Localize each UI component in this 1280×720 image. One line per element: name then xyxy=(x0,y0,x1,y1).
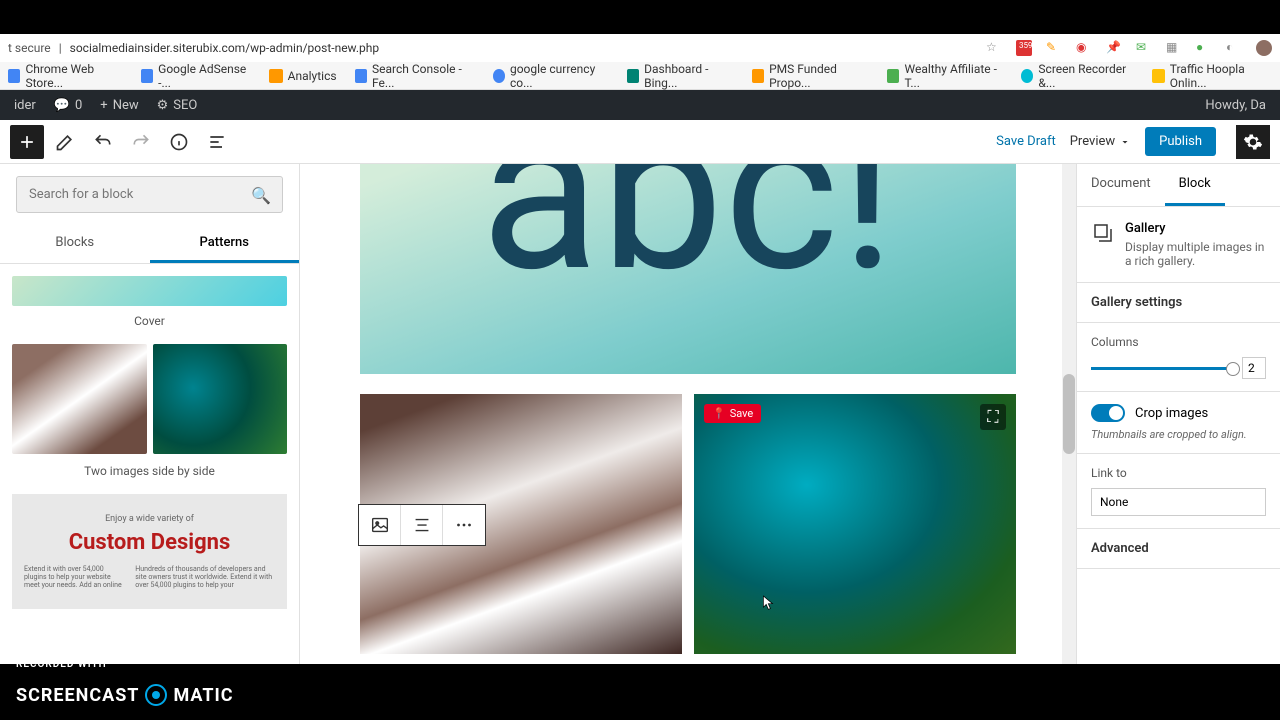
bookmark[interactable]: Screen Recorder &... xyxy=(1021,62,1134,90)
comments-count[interactable]: 💬 0 xyxy=(54,98,83,113)
tab-block[interactable]: Block xyxy=(1165,164,1225,206)
block-toolbar xyxy=(358,504,486,546)
bookmark-star-icon[interactable]: ☆ xyxy=(986,40,1002,56)
browser-url-bar: t secure | socialmediainsider.siterubix.… xyxy=(0,34,1280,62)
bookmark[interactable]: google currency co... xyxy=(493,62,609,90)
outline-button[interactable] xyxy=(200,125,234,159)
recorded-with-text: RECORDED WITH xyxy=(16,659,107,670)
block-title: Gallery xyxy=(1125,221,1266,236)
tab-blocks[interactable]: Blocks xyxy=(0,225,150,263)
cover-block[interactable]: abc! xyxy=(360,164,1016,374)
add-block-button[interactable] xyxy=(10,125,44,159)
extension-icon[interactable]: ✎ xyxy=(1046,40,1062,56)
howdy[interactable]: Howdy, Da xyxy=(1205,98,1266,113)
search-input[interactable] xyxy=(16,176,283,213)
gallery-image[interactable]: 📍Save ⛶ xyxy=(694,394,1016,654)
cover-text: abc! xyxy=(480,164,895,280)
tab-document[interactable]: Document xyxy=(1077,164,1165,206)
extension-icon[interactable]: ◐ xyxy=(1226,40,1242,56)
redo-button[interactable] xyxy=(124,125,158,159)
crop-label: Crop images xyxy=(1135,406,1208,421)
pattern-custom-designs[interactable]: Enjoy a wide variety of Custom Designs E… xyxy=(12,494,287,609)
columns-value[interactable]: 2 xyxy=(1242,357,1266,379)
crop-toggle[interactable] xyxy=(1091,404,1125,422)
url-text: socialmediainsider.siterubix.com/wp-admi… xyxy=(70,41,379,55)
editor-toolbar: Save Draft Preview Publish xyxy=(0,120,1280,164)
fullscreen-icon[interactable]: ⛶ xyxy=(980,404,1006,430)
pattern-two-images[interactable] xyxy=(12,344,287,454)
pattern-label: Two images side by side xyxy=(12,464,287,478)
block-type-button[interactable] xyxy=(359,505,401,545)
bookmark[interactable]: Analytics xyxy=(269,69,337,83)
extension-icon[interactable]: ▦ xyxy=(1166,40,1182,56)
bookmarks-bar: Chrome Web Store... Google AdSense -... … xyxy=(0,62,1280,90)
publish-button[interactable]: Publish xyxy=(1145,127,1216,156)
tab-patterns[interactable]: Patterns xyxy=(150,225,300,263)
preview-button[interactable]: Preview xyxy=(1070,134,1131,149)
site-name[interactable]: ider xyxy=(14,98,36,113)
more-button[interactable] xyxy=(443,505,485,545)
settings-button[interactable] xyxy=(1236,125,1270,159)
info-button[interactable] xyxy=(162,125,196,159)
extension-icon[interactable]: 📌 xyxy=(1106,40,1122,56)
extension-badge[interactable]: 35915 xyxy=(1016,40,1032,56)
edit-icon[interactable] xyxy=(48,125,82,159)
bookmark[interactable]: Traffic Hoopla Onlin... xyxy=(1152,62,1272,90)
chevron-down-icon xyxy=(1119,136,1131,148)
linkto-label: Link to xyxy=(1091,466,1266,480)
gallery-settings-header[interactable]: Gallery settings xyxy=(1077,283,1280,323)
pattern-label: Cover xyxy=(12,314,287,328)
bookmark[interactable]: Chrome Web Store... xyxy=(8,62,123,90)
bookmark[interactable]: Dashboard - Bing... xyxy=(627,62,734,90)
scrollbar[interactable] xyxy=(1062,164,1076,664)
block-description: Display multiple images in a rich galler… xyxy=(1125,240,1266,268)
save-draft-button[interactable]: Save Draft xyxy=(996,134,1056,149)
extension-icon[interactable]: ● xyxy=(1196,40,1212,56)
wp-admin-bar: ider 💬 0 + New ⚙ SEO Howdy, Da xyxy=(0,90,1280,120)
linkto-select[interactable]: None xyxy=(1091,488,1266,516)
block-inserter-panel: 🔍 Blocks Patterns Cover Two images side … xyxy=(0,164,300,664)
security-text: t secure xyxy=(8,41,51,55)
gallery-icon xyxy=(1091,221,1115,245)
block-settings-panel: Document Block Gallery Display multiple … xyxy=(1076,164,1280,664)
undo-button[interactable] xyxy=(86,125,120,159)
avatar[interactable] xyxy=(1256,40,1272,56)
columns-slider[interactable] xyxy=(1091,367,1234,370)
columns-label: Columns xyxy=(1091,335,1266,349)
screencastomatic-logo: SCREENCAST MATIC xyxy=(16,684,234,706)
bookmark[interactable]: Wealthy Affiliate - T... xyxy=(887,62,1003,90)
editor-canvas[interactable]: abc! 📍Save ⛶ xyxy=(300,164,1076,664)
new-button[interactable]: + New xyxy=(100,98,138,113)
search-icon: 🔍 xyxy=(251,186,271,205)
crop-hint: Thumbnails are cropped to align. xyxy=(1091,428,1266,441)
advanced-header[interactable]: Advanced xyxy=(1077,529,1280,569)
extension-icon[interactable]: ✉ xyxy=(1136,40,1152,56)
extension-icon[interactable]: ◉ xyxy=(1076,40,1092,56)
align-button[interactable] xyxy=(401,505,443,545)
pinterest-save-button[interactable]: 📍Save xyxy=(704,404,761,423)
bookmark[interactable]: PMS Funded Propo... xyxy=(752,62,869,90)
bookmark[interactable]: Google AdSense -... xyxy=(141,62,251,90)
bookmark[interactable]: Search Console - Fe... xyxy=(355,62,475,90)
seo-button[interactable]: ⚙ SEO xyxy=(157,98,198,113)
cursor-icon xyxy=(762,594,776,612)
pattern-cover[interactable] xyxy=(12,276,287,306)
